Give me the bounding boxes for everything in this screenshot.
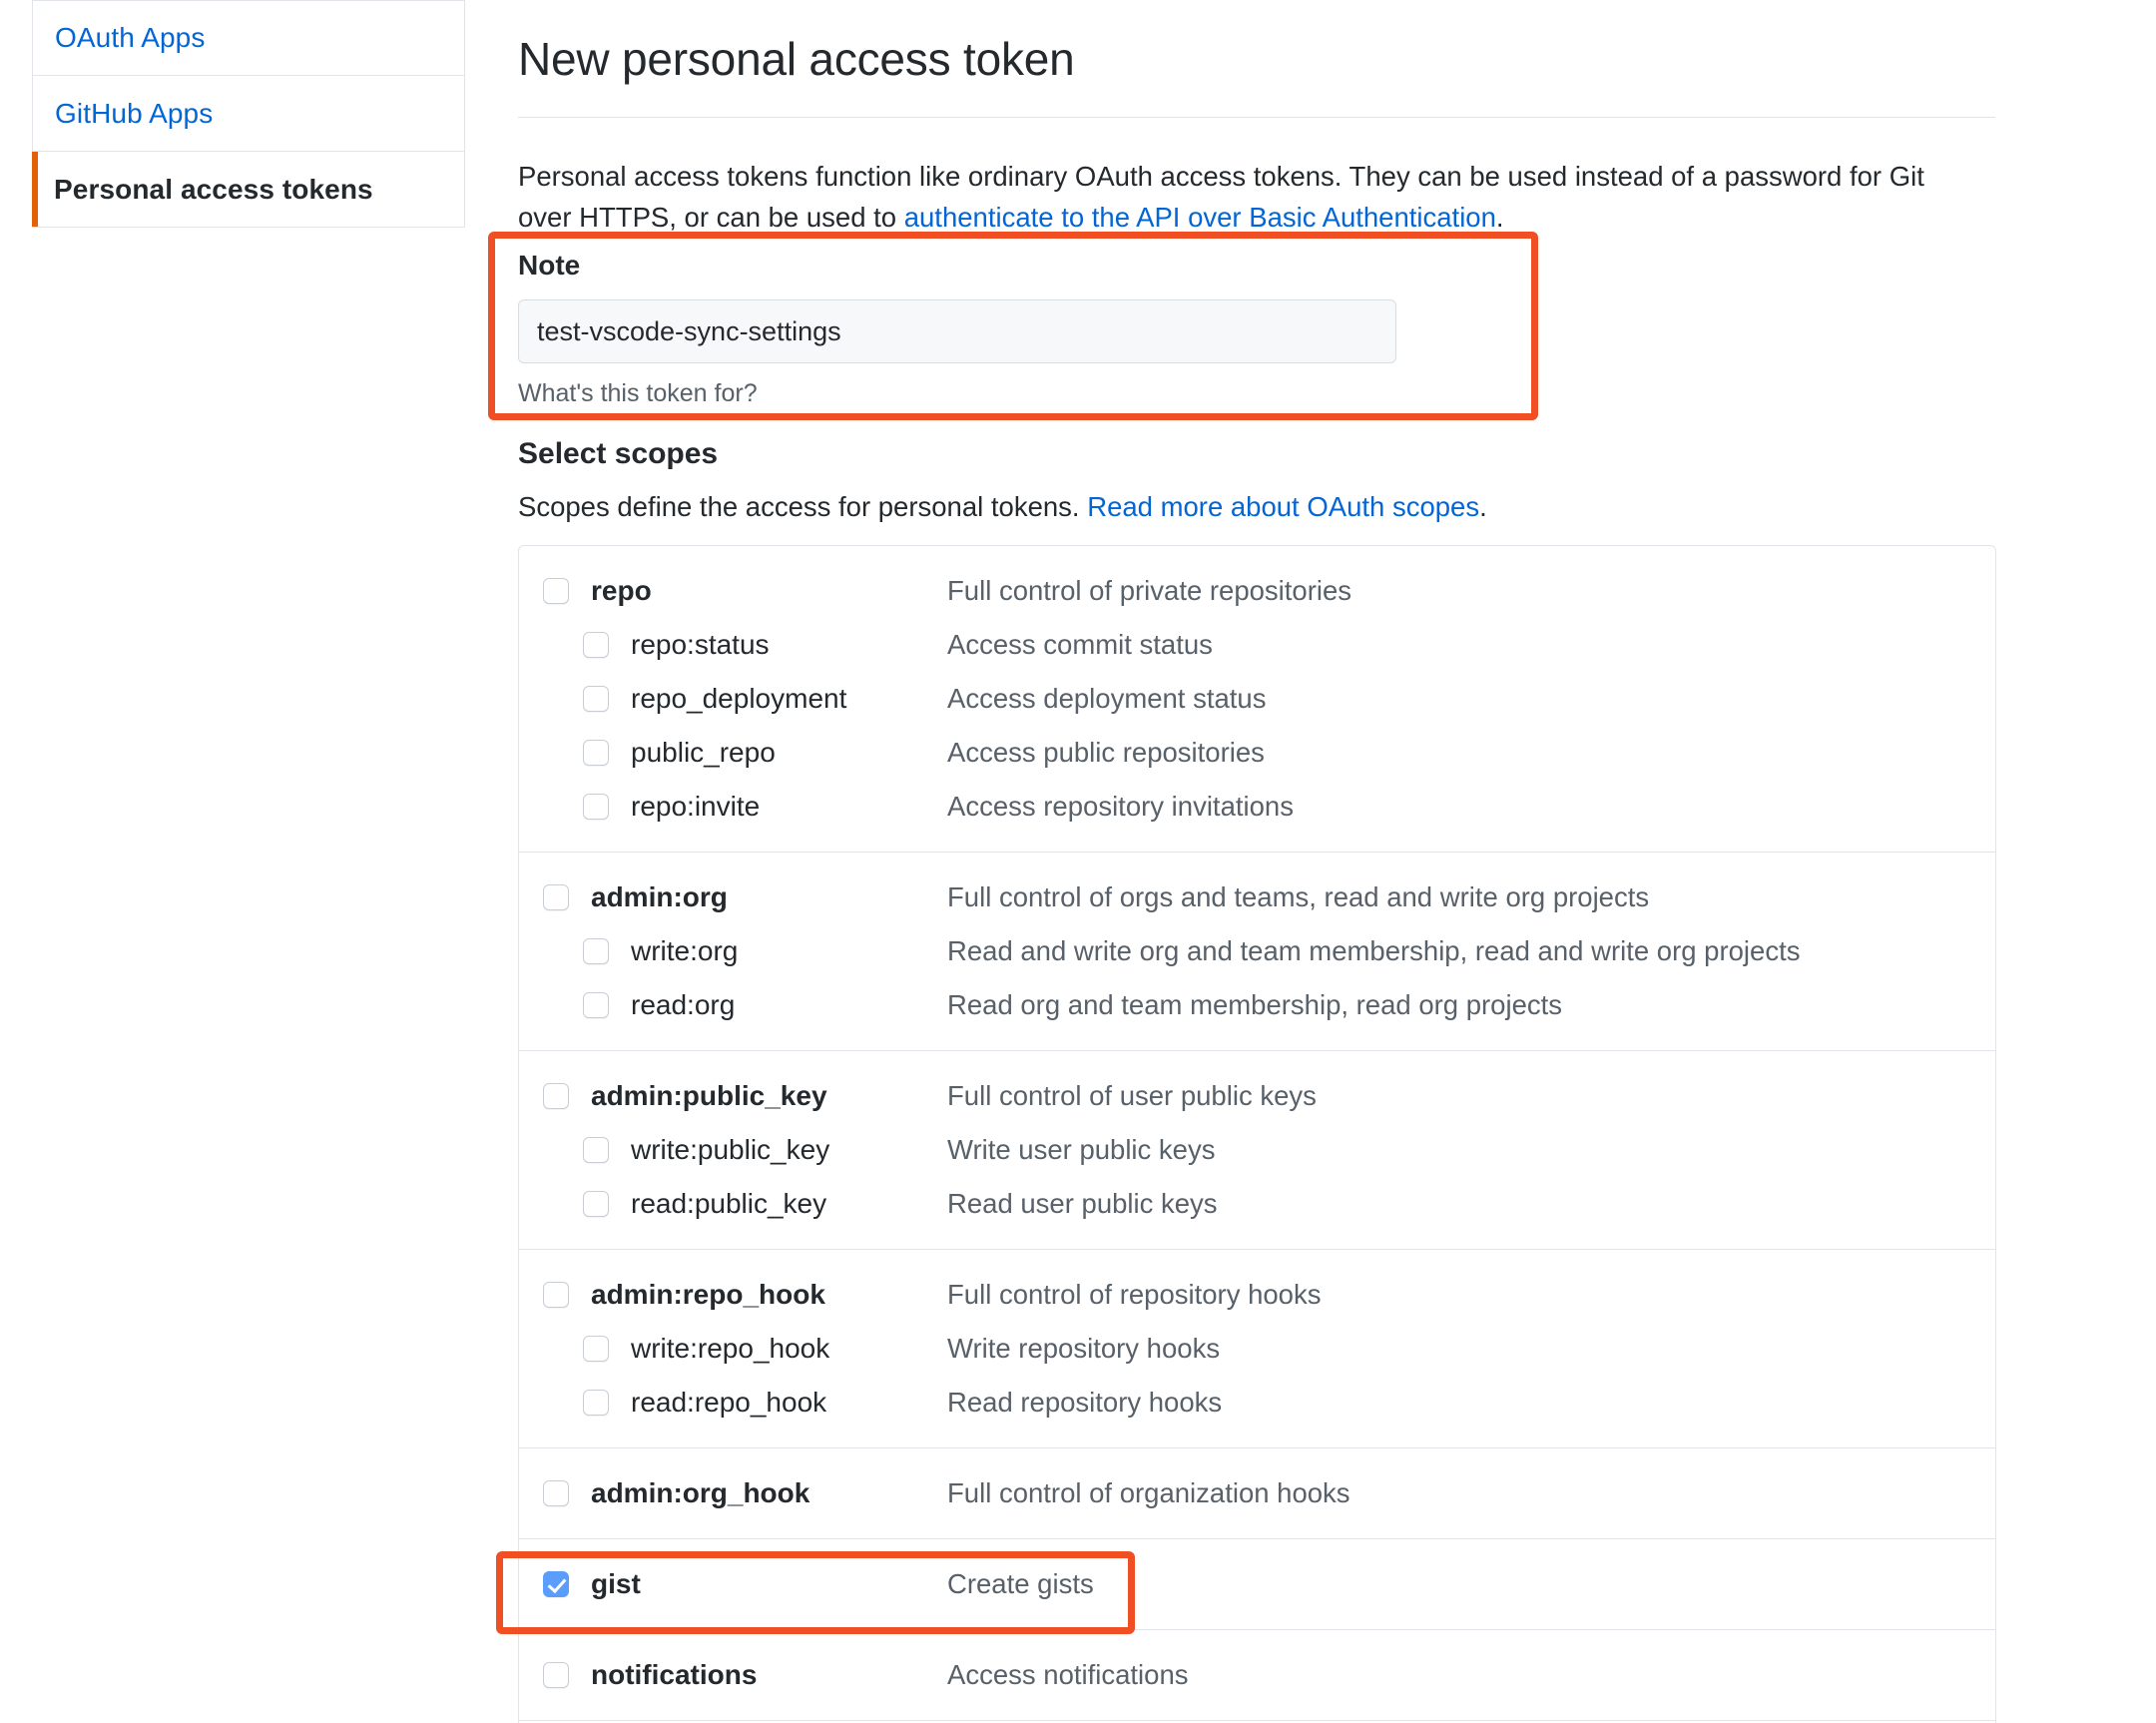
checkbox-repo-deployment[interactable] (583, 686, 609, 712)
scope-row-read-org[interactable]: read:org Read org and team membership, re… (519, 978, 1995, 1032)
scope-name-label: public_repo (631, 737, 776, 768)
scope-row-repo-invite[interactable]: repo:invite Access repository invitations (519, 780, 1995, 834)
scope-name-label: read:org (631, 989, 736, 1020)
settings-sidebar: OAuth Apps GitHub Apps Personal access tok… (32, 0, 465, 228)
scope-group: admin:repo_hook Full control of repositor… (519, 1268, 1995, 1448)
scope-row-repo-deployment[interactable]: repo_deployment Access deployment status (519, 672, 1995, 726)
checkbox-repo[interactable] (543, 578, 569, 604)
scope-name-label: repo:status (631, 629, 770, 660)
page-title: New personal access token (518, 32, 1075, 85)
sidebar-item-label: GitHub Apps (55, 97, 214, 129)
oauth-scopes-link[interactable]: Read more about OAuth scopes (1087, 491, 1479, 522)
scope-row-read-public-key[interactable]: read:public_key Read user public keys (519, 1177, 1995, 1231)
scope-description: Read org and team membership, read org p… (947, 989, 1563, 1020)
scopes-sub-before: Scopes define the access for personal to… (518, 491, 1088, 522)
scope-description: Read user public keys (947, 1188, 1218, 1219)
scope-name-label: read:repo_hook (631, 1387, 827, 1418)
note-hint: What's this token for? (518, 379, 758, 407)
sidebar-item-github-apps[interactable]: GitHub Apps (32, 76, 465, 152)
scope-row-read-repo-hook[interactable]: read:repo_hook Read repository hooks (519, 1376, 1995, 1430)
scope-name-label: write:public_key (631, 1134, 830, 1165)
scope-description: Write user public keys (947, 1134, 1216, 1165)
checkbox-read-org[interactable] (583, 992, 609, 1018)
scope-row-admin-repo-hook[interactable]: admin:repo_hook Full control of repositor… (519, 1268, 1995, 1322)
checkbox-admin-org[interactable] (543, 884, 569, 910)
scope-group: notifications Access notifications (519, 1648, 1995, 1721)
scope-name-label: admin:org (591, 881, 728, 912)
checkbox-gist-checked-icon[interactable] (543, 1571, 569, 1597)
checkbox-repo-status[interactable] (583, 632, 609, 658)
scope-description: Access public repositories (947, 737, 1265, 768)
scope-row-admin-public-key[interactable]: admin:public_key Full control of user pub… (519, 1069, 1995, 1123)
checkbox-admin-org-hook[interactable] (543, 1480, 569, 1506)
scope-name-label: admin:public_key (591, 1080, 827, 1111)
scope-group: admin:public_key Full control of user pub… (519, 1069, 1995, 1250)
checkbox-write-org[interactable] (583, 938, 609, 964)
scope-group: admin:org Full control of orgs and teams,… (519, 870, 1995, 1051)
scope-description: Access commit status (947, 629, 1213, 660)
scope-name-label: notifications (591, 1659, 758, 1690)
scope-name-label: repo:invite (631, 791, 761, 822)
checkbox-read-repo-hook[interactable] (583, 1390, 609, 1416)
scope-row-gist[interactable]: gist Create gists (519, 1557, 1995, 1611)
scope-group: admin:org_hook Full control of organizati… (519, 1466, 1995, 1539)
note-input[interactable] (518, 299, 1396, 363)
scope-row-notifications[interactable]: notifications Access notifications (519, 1648, 1995, 1702)
scope-description: Full control of organization hooks (947, 1477, 1350, 1508)
scope-name-label: admin:org_hook (591, 1477, 810, 1508)
scope-description: Access repository invitations (947, 791, 1294, 822)
note-field-block: Note What's this token for? (518, 250, 1516, 408)
checkbox-write-repo-hook[interactable] (583, 1336, 609, 1362)
select-scopes-heading: Select scopes (518, 437, 719, 470)
scope-row-public-repo[interactable]: public_repo Access public repositories (519, 726, 1995, 780)
scopes-sub-after: . (1479, 491, 1487, 522)
scope-row-admin-org[interactable]: admin:org Full control of orgs and teams,… (519, 870, 1995, 924)
scope-name-label: gist (591, 1568, 641, 1599)
scope-description: Access deployment status (947, 683, 1267, 714)
scope-group: gist Create gists (519, 1557, 1995, 1630)
scope-description: Read repository hooks (947, 1387, 1223, 1418)
sidebar-item-label: OAuth Apps (55, 22, 206, 53)
scope-name-label: write:repo_hook (631, 1333, 830, 1364)
sidebar-item-oauth-apps[interactable]: OAuth Apps (32, 0, 465, 76)
select-scopes-subtext: Scopes define the access for personal to… (518, 491, 1487, 523)
scope-description: Full control of orgs and teams, read and… (947, 881, 1650, 912)
scope-row-repo-status[interactable]: repo:status Access commit status (519, 618, 1995, 672)
checkbox-notifications[interactable] (543, 1662, 569, 1688)
scope-name-label: admin:repo_hook (591, 1279, 825, 1310)
intro-paragraph: Personal access tokens function like ord… (518, 156, 1975, 240)
checkbox-admin-public-key[interactable] (543, 1083, 569, 1109)
scope-description: Full control of repository hooks (947, 1279, 1322, 1310)
scope-row-write-public-key[interactable]: write:public_key Write user public keys (519, 1123, 1995, 1177)
authenticate-api-link[interactable]: authenticate to the API over Basic Authe… (904, 202, 1496, 233)
scopes-list-box: repo Full control of private repositories… (518, 545, 1996, 1723)
checkbox-repo-invite[interactable] (583, 794, 609, 820)
scope-row-write-org[interactable]: write:org Read and write org and team mem… (519, 924, 1995, 978)
checkbox-write-public-key[interactable] (583, 1137, 609, 1163)
main-content: New personal access token Personal acces… (488, 0, 1997, 1723)
checkbox-read-public-key[interactable] (583, 1191, 609, 1217)
note-label: Note (518, 250, 581, 281)
scope-name-label: repo_deployment (631, 683, 847, 714)
scope-description: Full control of private repositories (947, 575, 1352, 606)
sidebar-item-personal-access-tokens[interactable]: Personal access tokens (32, 152, 465, 228)
scope-group: repo Full control of private repositories… (519, 564, 1995, 853)
scope-description: Write repository hooks (947, 1333, 1221, 1364)
scope-description: Create gists (947, 1568, 1094, 1599)
scope-row-repo[interactable]: repo Full control of private repositories (519, 564, 1995, 618)
title-divider (518, 116, 1995, 118)
scope-description: Full control of user public keys (947, 1080, 1317, 1111)
checkbox-public-repo[interactable] (583, 740, 609, 766)
scope-name-label: write:org (631, 935, 739, 966)
github-new-personal-access-token-page: OAuth Apps GitHub Apps Personal access tok… (0, 0, 2156, 1723)
scope-description: Access notifications (947, 1659, 1189, 1690)
sidebar-item-label: Personal access tokens (54, 173, 373, 205)
scope-row-write-repo-hook[interactable]: write:repo_hook Write repository hooks (519, 1322, 1995, 1376)
checkbox-admin-repo-hook[interactable] (543, 1282, 569, 1308)
scope-name-label: read:public_key (631, 1188, 827, 1219)
scope-row-admin-org-hook[interactable]: admin:org_hook Full control of organizati… (519, 1466, 1995, 1520)
intro-text-after: . (1495, 202, 1504, 234)
scope-description: Read and write org and team membership, … (947, 935, 1801, 966)
scope-name-label: repo (591, 575, 652, 606)
